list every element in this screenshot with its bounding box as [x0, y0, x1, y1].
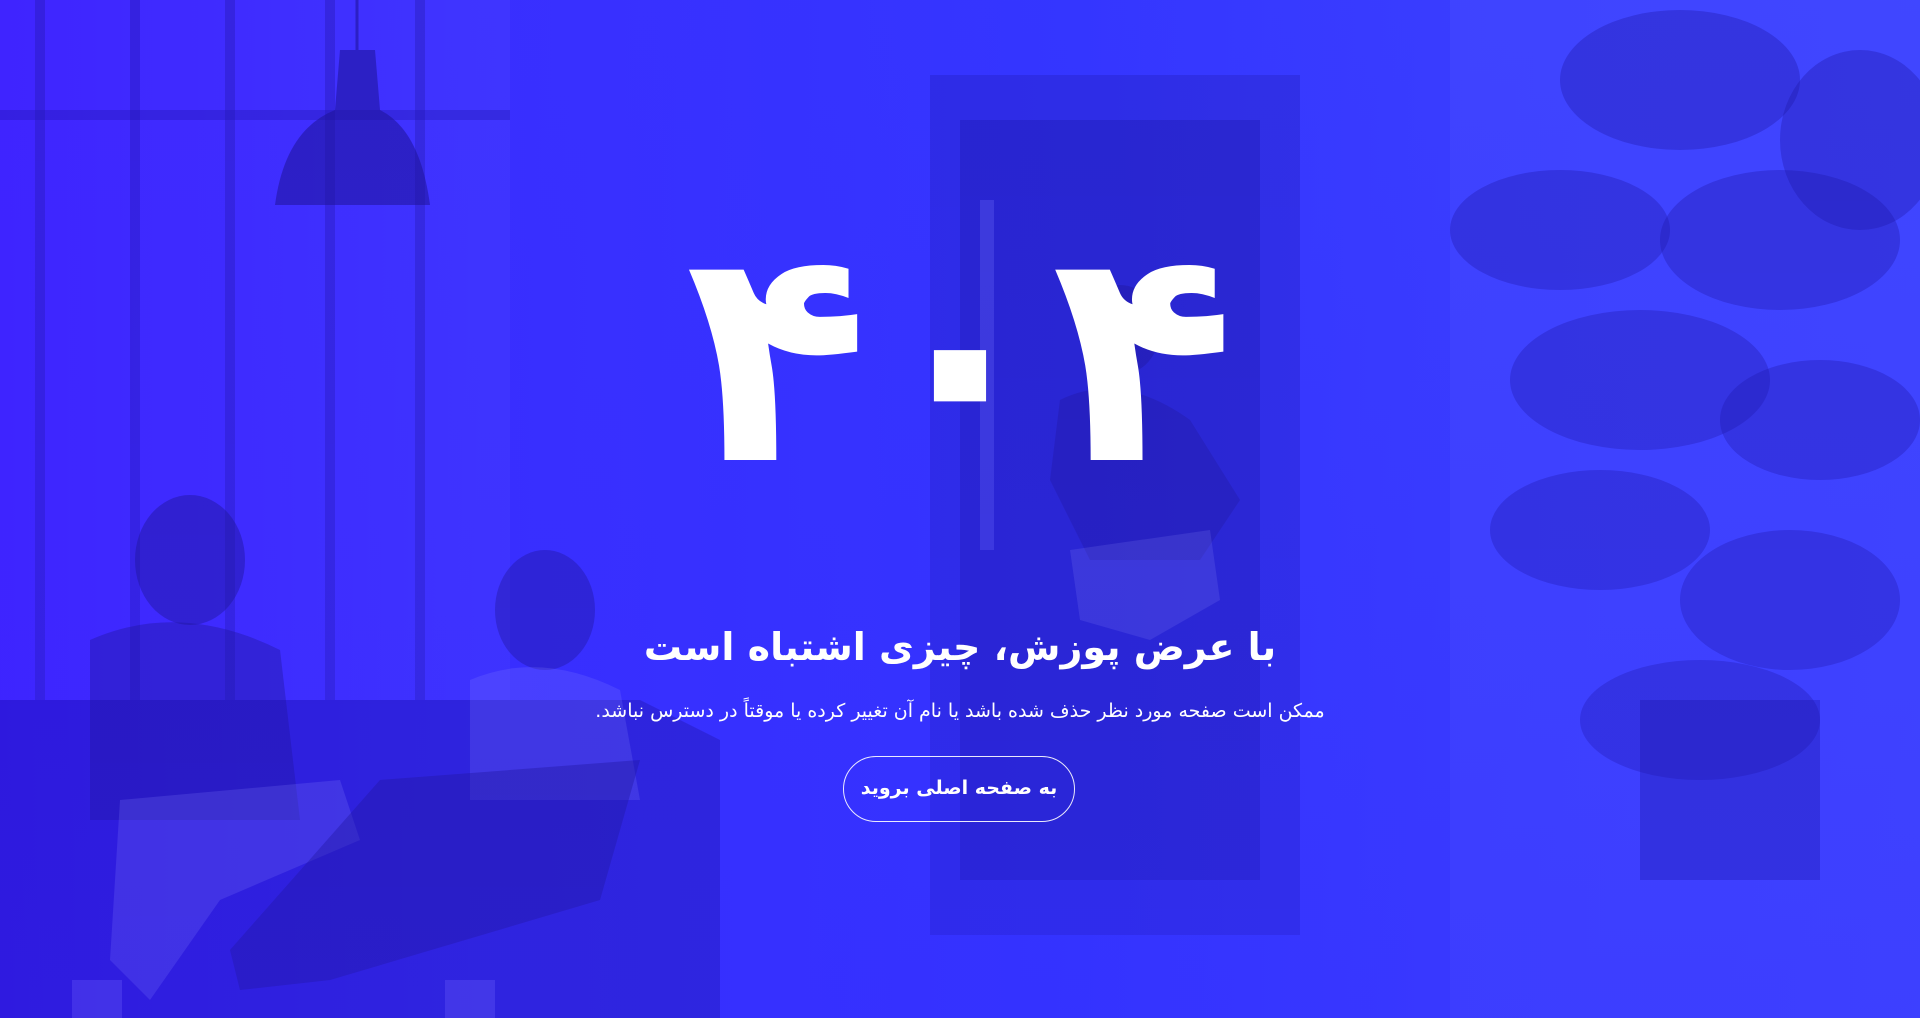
error-page: ۴۰۴ با عرض پوزش، چیزی اشتباه است ممکن اس…: [0, 0, 1920, 1018]
go-home-button[interactable]: به صفحه اصلی بروید: [843, 756, 1075, 822]
error-code-404: ۴۰۴: [685, 182, 1235, 531]
error-message: ممکن است صفحه مورد نظر حذف شده باشد یا ن…: [595, 700, 1325, 722]
error-heading: با عرض پوزش، چیزی اشتباه است: [643, 625, 1277, 669]
